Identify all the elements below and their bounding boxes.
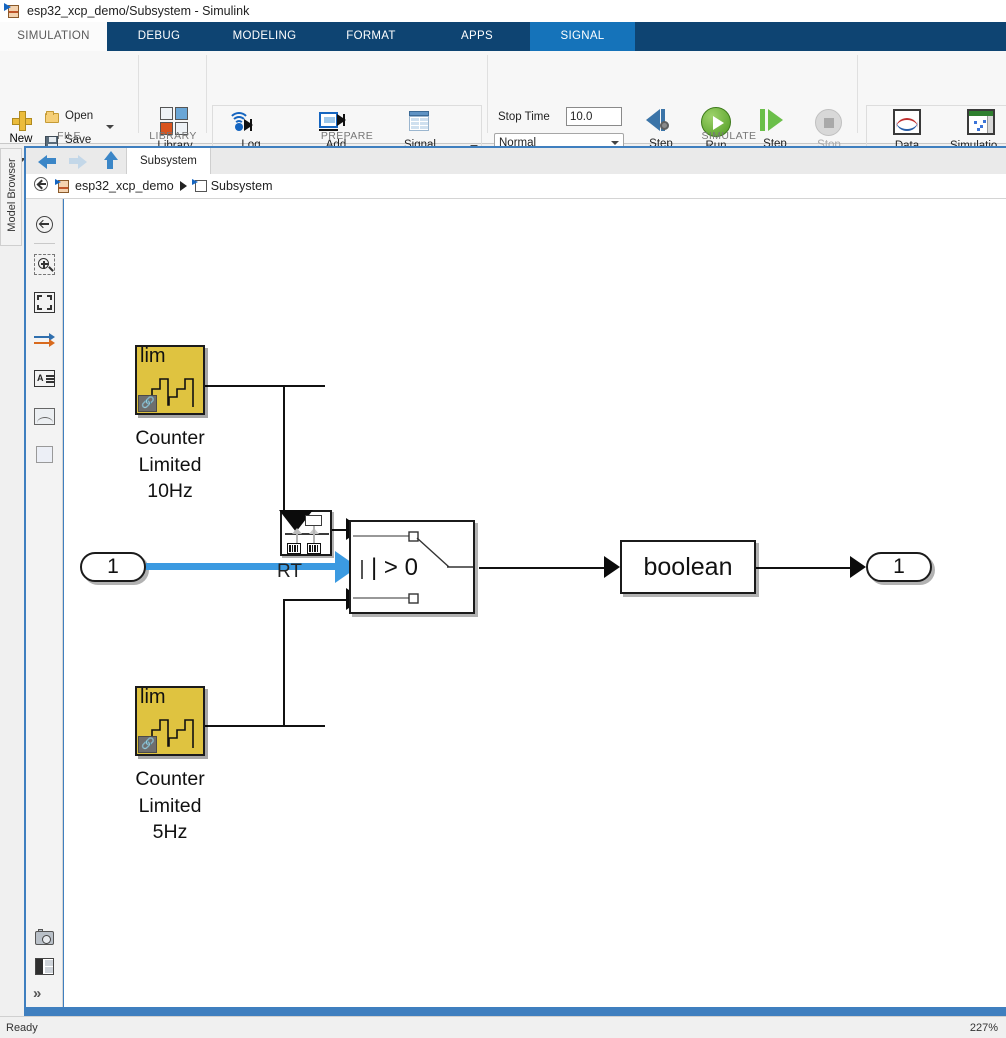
rate-comb-icon-2 <box>307 543 321 554</box>
block-rate-transition[interactable] <box>279 510 332 556</box>
group-label-prepare: PREPARE <box>320 130 374 142</box>
window-title: esp32_xcp_demo/Subsystem - Simulink <box>27 4 250 18</box>
tab-apps[interactable]: APPS <box>424 22 530 51</box>
simulink-model-icon <box>4 2 22 20</box>
area-icon[interactable] <box>33 443 56 466</box>
block-inport-1[interactable]: 1 <box>80 552 146 582</box>
image-icon[interactable] <box>33 405 56 428</box>
block-counter-5hz-badge: lim <box>140 686 166 708</box>
group-label-library: LIBRARY <box>149 130 197 142</box>
status-message: Ready <box>6 1021 38 1034</box>
ribbon-separator <box>138 55 139 133</box>
ribbon-tab-strip: SIMULATION DEBUG MODELING FORMAT APPS SI… <box>0 22 1006 51</box>
more-chevron-icon[interactable]: » <box>33 985 42 1002</box>
rate-transition-box-icon <box>305 515 322 526</box>
breadcrumb-item-subsystem-label: Subsystem <box>210 179 273 193</box>
highlighted-signal-line[interactable] <box>146 563 349 570</box>
block-label-counter-10hz: Counter Limited 10Hz <box>135 427 205 502</box>
breadcrumb-item-model[interactable]: esp32_xcp_demo <box>55 178 174 194</box>
annotation-icon[interactable]: A <box>33 367 56 390</box>
rate-comb-icon-1 <box>287 543 301 554</box>
signal-label-rt: RT <box>277 561 302 582</box>
zoom-in-icon[interactable] <box>33 253 56 276</box>
tab-format[interactable]: FORMAT <box>318 22 424 51</box>
block-counter-10hz-badge: lim <box>140 345 166 367</box>
ribbon: New Open Save Print FILE Library Browser <box>0 51 1006 177</box>
status-bar: Ready 227% <box>0 1016 1006 1038</box>
ribbon-separator <box>487 55 488 133</box>
ribbon-separator <box>857 55 858 133</box>
block-outport-1[interactable]: 1 <box>866 552 932 582</box>
data-inspector-icon <box>893 109 921 135</box>
breadcrumb-item-model-label: esp32_xcp_demo <box>75 179 174 193</box>
signal-routing-icon[interactable] <box>33 329 56 352</box>
wire-counter10-vertical <box>283 385 285 529</box>
outport-input-arrow <box>850 556 866 578</box>
block-data-type-conversion-boolean[interactable]: boolean <box>620 540 756 594</box>
folder-icon <box>44 110 60 126</box>
block-counter-limited-5hz[interactable]: lim <box>135 686 205 756</box>
switch-contact-icon <box>353 531 473 604</box>
model-canvas[interactable]: lim Counter Limited 10Hz lim Counter Lim… <box>64 199 1006 1007</box>
model-icon <box>55 178 71 194</box>
simulink-window: esp32_xcp_demo/Subsystem - Simulink SIMU… <box>0 0 1006 1038</box>
breadcrumb-separator-icon <box>179 181 187 191</box>
stop-time-input[interactable] <box>566 107 622 126</box>
editor-tab-subsystem[interactable]: Subsystem <box>126 148 211 174</box>
wire-counter5-to-switch <box>205 725 325 727</box>
block-label-counter-5hz: Counter Limited 5Hz <box>135 768 205 843</box>
wire-counter5-to-port3 <box>283 599 347 601</box>
simulation-manager-icon <box>967 109 995 135</box>
canvas-toolbar: A » <box>26 199 63 1007</box>
wire-counter5-vertical <box>283 599 285 727</box>
model-browser-panel-tab[interactable]: Model Browser <box>0 148 22 246</box>
up-arrow-icon[interactable] <box>100 151 120 171</box>
wire-switch-to-boolean <box>479 567 617 569</box>
title-bar: esp32_xcp_demo/Subsystem - Simulink <box>0 0 1006 22</box>
boolean-input-arrow <box>604 556 620 578</box>
breadcrumb-item-subsystem[interactable]: Subsystem <box>191 178 273 194</box>
stop-time-label: Stop Time <box>498 111 550 123</box>
tab-debug[interactable]: DEBUG <box>107 22 211 51</box>
camera-icon[interactable] <box>33 927 56 950</box>
fit-to-view-icon[interactable] <box>33 291 56 314</box>
group-label-simulate: SIMULATE <box>701 130 757 142</box>
status-zoom-level[interactable]: 227% <box>970 1022 998 1034</box>
back-arrow-icon[interactable] <box>38 151 58 171</box>
navigate-up-icon[interactable] <box>33 213 56 236</box>
breadcrumb-back-button[interactable] <box>26 176 56 196</box>
tab-signal[interactable]: SIGNAL <box>530 22 635 51</box>
block-switch[interactable]: | > 0 <box>349 520 475 614</box>
ribbon-separator <box>206 55 207 133</box>
open-label: Open <box>65 110 94 122</box>
subsystem-icon <box>191 178 208 194</box>
breadcrumb: esp32_xcp_demo Subsystem <box>26 174 1006 199</box>
wire-counter10-to-switch <box>205 385 325 387</box>
library-link-badge-icon <box>138 395 157 412</box>
tab-modeling[interactable]: MODELING <box>211 22 318 51</box>
palette-divider <box>34 243 55 244</box>
model-browser-label: Model Browser <box>6 158 18 232</box>
layout-icon[interactable] <box>33 955 56 978</box>
new-plus-icon <box>12 111 32 131</box>
library-link-badge-icon <box>138 736 157 753</box>
tab-simulation[interactable]: SIMULATION <box>0 22 107 51</box>
forward-arrow-icon[interactable] <box>69 151 89 171</box>
group-label-file: FILE <box>57 130 81 142</box>
block-counter-limited-10hz[interactable]: lim <box>135 345 205 415</box>
